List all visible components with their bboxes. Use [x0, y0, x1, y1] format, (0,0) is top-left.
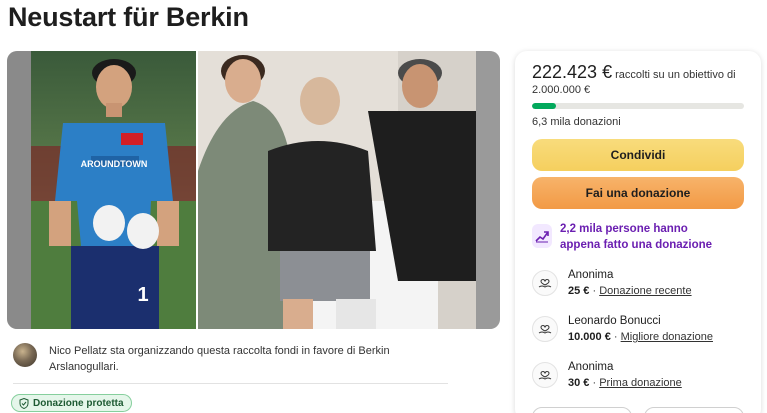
donor-item: Anonima 30 € · Prima donazione [532, 359, 747, 391]
see-top-button[interactable] [644, 407, 744, 413]
donor-name: Leonardo Bonucci [568, 315, 661, 327]
donor-amount: 25 € [568, 285, 590, 297]
jersey-number: 1 [137, 284, 148, 306]
progress-fill [532, 103, 556, 109]
goal-amount: 2.000.000 € [532, 84, 591, 96]
heart-hands-icon [532, 270, 558, 296]
page-title: Neustart für Berkin [8, 2, 249, 32]
share-button[interactable]: Condividi [532, 139, 744, 171]
donor-separator: · [613, 331, 618, 343]
trending-up-icon [532, 224, 552, 248]
raised-summary: 222.423 € raccolti su un obiettivo di 2.… [532, 62, 747, 98]
donor-item: Leonardo Bonucci 10.000 € · Migliore don… [532, 313, 747, 345]
recent-donations-trend: 2,2 mila persone hanno appena fatto una … [532, 221, 747, 253]
donor-amount: 10.000 € [568, 331, 611, 343]
avatar[interactable] [13, 343, 37, 367]
hero-right-blur [476, 51, 500, 329]
badge-label: Donazione protetta [33, 397, 124, 409]
donor-item: Anonima 25 € · Donazione recente [532, 267, 747, 299]
donor-label-link[interactable]: Prima donazione [599, 377, 682, 389]
donor-label-link[interactable]: Migliore donazione [621, 331, 713, 343]
donations-count: 6,3 mila donazioni [532, 116, 621, 128]
hospital-illustration [198, 51, 476, 329]
goalkeeper-photo: AROUNDTOWN 1 [31, 51, 198, 329]
hospital-photo [198, 51, 476, 329]
see-all-button[interactable] [532, 407, 632, 413]
donor-separator: · [592, 377, 597, 389]
donate-button[interactable]: Fai una donazione [532, 177, 744, 209]
raised-amount: 222.423 € [532, 62, 613, 82]
donor-name: Anonima [568, 269, 614, 281]
donor-amount: 30 € [568, 377, 590, 389]
jersey-text: AROUNDTOWN [81, 159, 148, 169]
protected-donation-badge[interactable]: Donazione protetta [11, 394, 132, 412]
hero-left-blur [7, 51, 31, 329]
organizer-info: Nico Pellatz sta organizzando questa rac… [13, 343, 483, 375]
heart-hands-icon [532, 316, 558, 342]
goalkeeper-illustration: AROUNDTOWN 1 [31, 59, 198, 329]
donor-name: Anonima [568, 361, 614, 373]
section-divider [13, 383, 448, 384]
shield-check-icon [19, 397, 29, 409]
progress-bar [532, 103, 744, 109]
organizer-text: Nico Pellatz sta organizzando questa rac… [49, 345, 390, 373]
raised-suffix: raccolti su un obiettivo di [615, 69, 736, 81]
trend-text: 2,2 mila persone hanno appena fatto una … [560, 223, 713, 251]
campaign-hero-image[interactable]: AROUNDTOWN 1 [7, 51, 500, 329]
donor-separator: · [592, 285, 597, 297]
donor-label-link[interactable]: Donazione recente [599, 285, 691, 297]
donation-panel: 222.423 € raccolti su un obiettivo di 2.… [515, 51, 761, 413]
heart-hands-icon [532, 362, 558, 388]
